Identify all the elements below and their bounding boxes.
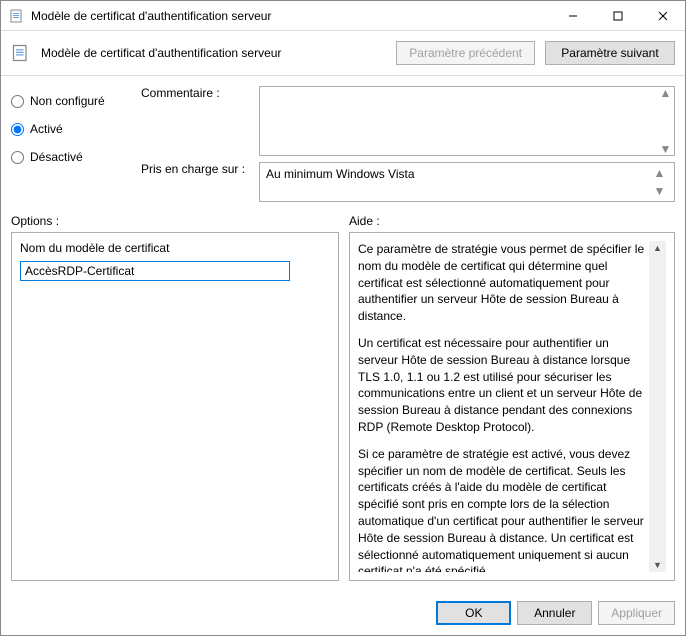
section-labels: Options : Aide : bbox=[11, 214, 675, 228]
scroll-down-icon: ▼ bbox=[657, 143, 674, 155]
radio-enabled[interactable]: Activé bbox=[11, 122, 131, 136]
next-setting-button[interactable]: Paramètre suivant bbox=[545, 41, 675, 65]
help-paragraph: Ce paramètre de stratégie vous permet de… bbox=[358, 241, 645, 325]
help-text: Ce paramètre de stratégie vous permet de… bbox=[358, 241, 649, 572]
fields-column: Commentaire : ▲ ▼ Pris en charge sur : A… bbox=[141, 86, 675, 202]
footer: OK Annuler Appliquer bbox=[1, 591, 685, 635]
scroll-up-icon: ▲ bbox=[651, 167, 668, 179]
cancel-button[interactable]: Annuler bbox=[517, 601, 592, 625]
radio-enabled-input[interactable] bbox=[11, 123, 24, 136]
help-label: Aide : bbox=[349, 214, 380, 228]
scroll-up-icon: ▲ bbox=[657, 87, 674, 99]
cert-template-label: Nom du modèle de certificat bbox=[20, 241, 330, 255]
radio-not-configured[interactable]: Non configuré bbox=[11, 94, 131, 108]
cert-template-input[interactable] bbox=[20, 261, 290, 281]
apply-button[interactable]: Appliquer bbox=[598, 601, 675, 625]
comment-textarea[interactable] bbox=[260, 87, 657, 155]
comment-scrollbar[interactable]: ▲ ▼ bbox=[657, 87, 674, 155]
header-row: Modèle de certificat d'authentification … bbox=[1, 31, 685, 76]
content-area: Non configuré Activé Désactivé Commentai… bbox=[1, 76, 685, 591]
help-paragraph: Un certificat est nécessaire pour authen… bbox=[358, 335, 645, 436]
scroll-down-icon: ▼ bbox=[649, 560, 666, 570]
radio-not-configured-input[interactable] bbox=[11, 95, 24, 108]
minimize-button[interactable] bbox=[550, 1, 595, 31]
scroll-down-icon: ▼ bbox=[651, 185, 668, 197]
comment-box: ▲ ▼ bbox=[259, 86, 675, 156]
panels-row: Nom du modèle de certificat Ce paramètre… bbox=[11, 232, 675, 581]
comment-row: Commentaire : ▲ ▼ bbox=[141, 86, 675, 156]
supported-box: Au minimum Windows Vista ▲ ▼ bbox=[259, 162, 675, 202]
window-title: Modèle de certificat d'authentification … bbox=[31, 9, 550, 23]
titlebar: Modèle de certificat d'authentification … bbox=[1, 1, 685, 31]
close-button[interactable] bbox=[640, 1, 685, 31]
options-panel: Nom du modèle de certificat bbox=[11, 232, 339, 581]
top-section: Non configuré Activé Désactivé Commentai… bbox=[11, 86, 675, 202]
radio-not-configured-label: Non configuré bbox=[30, 94, 105, 108]
radio-column: Non configuré Activé Désactivé bbox=[11, 86, 131, 202]
maximize-button[interactable] bbox=[595, 1, 640, 31]
ok-button[interactable]: OK bbox=[436, 601, 511, 625]
comment-label: Commentaire : bbox=[141, 86, 251, 156]
help-paragraph: Si ce paramètre de stratégie est activé,… bbox=[358, 446, 645, 572]
header-subtitle: Modèle de certificat d'authentification … bbox=[41, 46, 386, 60]
options-label: Options : bbox=[11, 214, 339, 228]
policy-icon bbox=[9, 8, 25, 24]
radio-disabled[interactable]: Désactivé bbox=[11, 150, 131, 164]
policy-icon bbox=[11, 43, 31, 63]
supported-label: Pris en charge sur : bbox=[141, 162, 251, 202]
help-panel: Ce paramètre de stratégie vous permet de… bbox=[349, 232, 675, 581]
radio-disabled-label: Désactivé bbox=[30, 150, 83, 164]
supported-row: Pris en charge sur : Au minimum Windows … bbox=[141, 162, 675, 202]
supported-value: Au minimum Windows Vista bbox=[266, 167, 651, 197]
supported-scrollbar[interactable]: ▲ ▼ bbox=[651, 167, 668, 197]
scroll-up-icon: ▲ bbox=[649, 243, 666, 253]
radio-disabled-input[interactable] bbox=[11, 151, 24, 164]
radio-enabled-label: Activé bbox=[30, 122, 63, 136]
previous-setting-button[interactable]: Paramètre précédent bbox=[396, 41, 535, 65]
help-scrollbar[interactable]: ▲ ▼ bbox=[649, 241, 666, 572]
